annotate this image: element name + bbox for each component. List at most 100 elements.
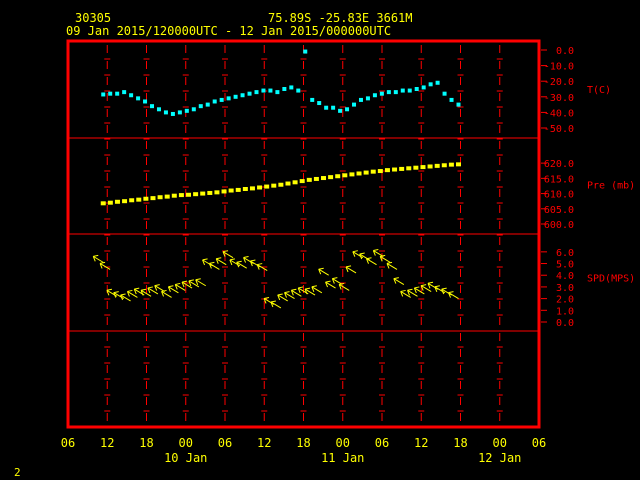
x-tick-label: 06 (61, 436, 75, 450)
pressure-point (200, 191, 206, 196)
y-tick-label: -50.0 (544, 124, 574, 135)
temperature-point (163, 110, 168, 115)
temperature-point (261, 88, 266, 93)
temperature-point (421, 85, 426, 90)
temperature-point (317, 101, 322, 106)
pressure-point (285, 181, 291, 186)
pressure-point (441, 163, 447, 168)
temperature-point (407, 88, 412, 93)
pressure-point (178, 193, 184, 198)
temperature-point (240, 93, 245, 98)
pressure-point (186, 192, 192, 197)
pressure-point (193, 192, 199, 197)
pressure-point (448, 162, 454, 167)
pressure-point (321, 176, 327, 181)
meteogram-chart: 30305 75.89S -25.83E 3661M 09 Jan 2015/1… (0, 0, 640, 480)
temperature-point (352, 102, 357, 107)
temperature-point (170, 111, 175, 116)
x-tick-label: 18 (296, 436, 310, 450)
temperature-point (191, 107, 196, 112)
x-tick-label: 12 (414, 436, 428, 450)
pressure-point (157, 195, 163, 200)
pressure-point (299, 179, 305, 184)
pressure-point (377, 169, 383, 174)
temperature-point (184, 108, 189, 113)
x-tick-label: 00 (493, 436, 507, 450)
x-tick-label: 06 (375, 436, 389, 450)
y-tick-label: 0.0 (556, 46, 574, 57)
pressure-point (370, 169, 376, 174)
temperature-point (372, 93, 377, 98)
temperature-point (303, 49, 308, 54)
pressure-point (313, 176, 319, 181)
temperature-point (338, 108, 343, 113)
y-tick-label: 600.0 (544, 220, 574, 231)
temperature-point (379, 91, 384, 96)
y-tick-label: 0.0 (556, 318, 574, 329)
temperature-point (115, 91, 120, 96)
x-date-label: 12 Jan (478, 451, 521, 465)
pressure-point (114, 199, 120, 204)
y-tick-label: 605.0 (544, 205, 574, 216)
x-tick-label: 18 (453, 436, 467, 450)
y-tick-label: 4.0 (556, 271, 574, 282)
temperature-point (122, 90, 127, 95)
temperature-point (205, 102, 210, 107)
pressure-point (363, 170, 369, 175)
x-tick-label: 00 (336, 436, 350, 450)
pressure-point (242, 187, 248, 191)
pressure-point (129, 198, 135, 203)
pressure-point (171, 193, 177, 198)
pressure-point (271, 183, 277, 188)
pressure-point (143, 196, 149, 201)
y-tick-label: -40.0 (544, 108, 574, 119)
temperature-point (365, 96, 370, 101)
pressure-point (107, 200, 113, 205)
temperature-point (428, 82, 433, 87)
x-tick-label: 00 (179, 436, 193, 450)
temperature-point (129, 93, 134, 98)
x-tick-label: 18 (139, 436, 153, 450)
pressure-point (413, 165, 419, 170)
pressure-point (257, 185, 263, 190)
pressure-point (278, 182, 284, 187)
pressure-point (342, 173, 348, 178)
panel-label: SPD(MPS) (587, 274, 635, 285)
pressure-point (235, 187, 241, 192)
pressure-point (456, 162, 461, 167)
temperature-point (414, 87, 419, 91)
temperature-point (219, 97, 224, 102)
pressure-point (164, 194, 170, 199)
pressure-point (356, 171, 362, 176)
y-tick-label: 1.0 (556, 306, 574, 317)
temperature-point (275, 90, 280, 95)
x-date-label: 10 Jan (164, 451, 207, 465)
temperature-point (456, 102, 461, 107)
temperature-point (310, 97, 315, 102)
y-tick-label: -10.0 (544, 62, 574, 73)
temperature-point (296, 88, 301, 93)
panel-label: T(C) (587, 85, 611, 96)
x-tick-label: 06 (218, 436, 232, 450)
x-tick-label: 06 (532, 436, 546, 450)
pressure-point (214, 190, 220, 195)
panel-label: Pre (mb) (587, 180, 635, 191)
pressure-point (306, 177, 312, 182)
pressure-point (228, 188, 234, 193)
pressure-point (420, 165, 426, 170)
pressure-point (427, 164, 433, 169)
temperature-point (156, 107, 161, 112)
temperature-point (177, 110, 182, 115)
temperature-point (386, 90, 391, 95)
temperature-point (345, 107, 350, 112)
temperature-point (324, 105, 329, 110)
temperature-point (226, 96, 231, 101)
temperature-point (212, 99, 217, 104)
pressure-point (349, 172, 355, 177)
x-date-label: 11 Jan (321, 451, 364, 465)
page-number: 2 (14, 466, 21, 479)
y-tick-label: 6.0 (556, 248, 574, 259)
pressure-point (434, 163, 440, 168)
pressure-point (221, 189, 227, 194)
temperature-point (108, 91, 113, 96)
